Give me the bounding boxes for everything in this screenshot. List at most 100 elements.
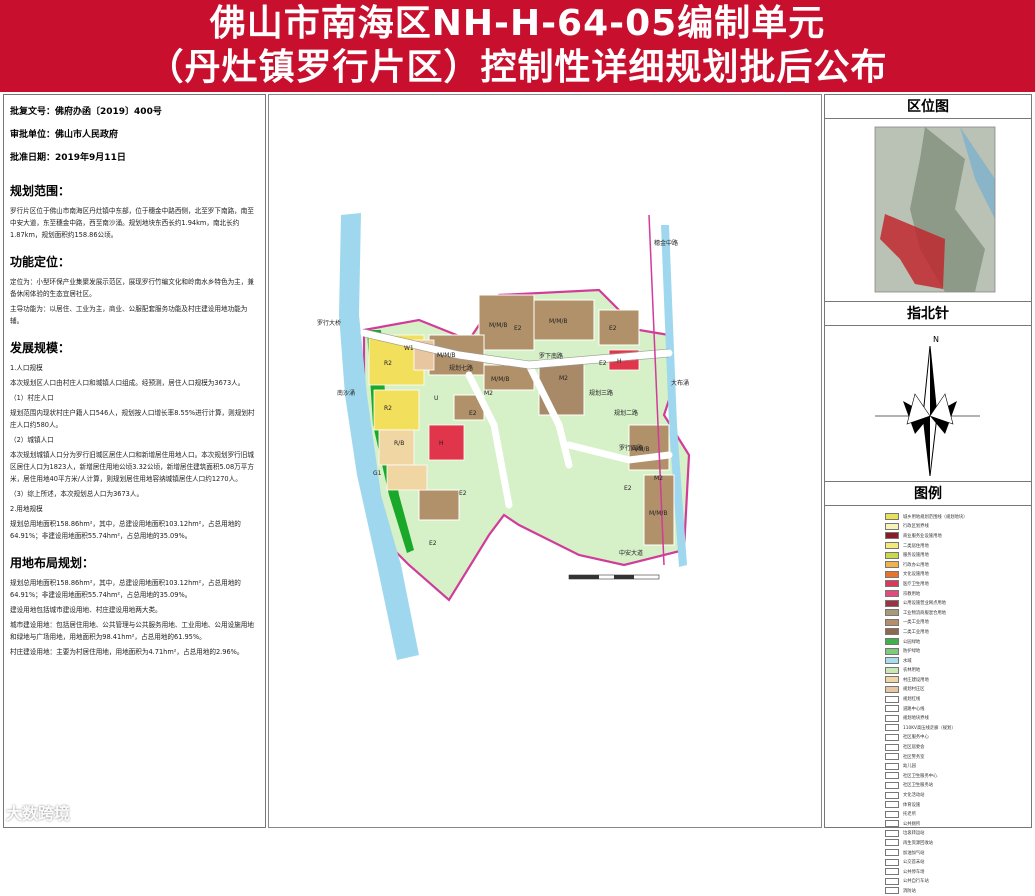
location-map <box>825 119 1031 302</box>
code-e2-7: E2 <box>624 485 632 492</box>
title-banner: 佛山市南海区NH-H-64-05编制单元 （丹灶镇罗行片区）控制性详细规划批后公… <box>0 0 1035 92</box>
legend-label: 加油加气站 <box>903 850 925 856</box>
scale-village-text: 规划范围内现状村庄户籍人口546人，规划按人口增长率8.55%进行计算，则规划村… <box>10 409 255 429</box>
legend-item: 公共厕所 <box>885 819 1027 829</box>
legend-label: 二类居住用地 <box>903 543 929 549</box>
legend-swatch <box>885 762 899 770</box>
code-m2-2: M2 <box>654 475 663 482</box>
legend-item: 社区服务中心 <box>885 733 1027 743</box>
legend-swatch <box>885 829 899 837</box>
legend-swatch <box>885 791 899 799</box>
legend-swatch <box>885 551 899 559</box>
legend-swatch <box>885 753 899 761</box>
function-heading: 功能定位： <box>10 255 71 269</box>
legend-label: 规划红线 <box>903 697 921 703</box>
scale-village-title: （1）村庄人口 <box>10 394 54 402</box>
code-m-5: M/M/B <box>631 446 650 453</box>
code-m-4: M/M/B <box>491 376 510 383</box>
layout-heading: 用地布局规划： <box>10 556 95 570</box>
legend-swatch <box>885 609 899 617</box>
legend-item: 宗教用地 <box>885 589 1027 599</box>
legend-swatch <box>885 877 899 885</box>
scale-land-title: 2.用地规模 <box>10 505 43 513</box>
legend-label: 宗教用地 <box>903 591 921 597</box>
north-arrow-panel: N <box>825 326 1031 482</box>
code-e2-5: E2 <box>599 360 607 367</box>
legend-item: 社区卫生服务中心 <box>885 771 1027 781</box>
legend-item: 规划村庄区 <box>885 685 1027 695</box>
legend-item: 一类工业用地 <box>885 618 1027 628</box>
legend-swatch <box>885 676 899 684</box>
legend-swatch <box>885 772 899 780</box>
legend-swatch <box>885 685 899 693</box>
legend-swatch <box>885 666 899 674</box>
legend-item: 体育设施 <box>885 800 1027 810</box>
legend-label: 水域 <box>903 658 912 664</box>
scale-summary: （3）综上所述，本次规划总人口为3673人。 <box>10 490 144 498</box>
scale-population-text: 本次规划区人口由村庄人口和城镇人口组成。经预测，居住人口规模为3673人。 <box>10 379 245 387</box>
legend-swatch <box>885 618 899 626</box>
legend-item: 行政办公用地 <box>885 560 1027 570</box>
legend-label: 规划地块界线 <box>903 716 929 722</box>
legend-label: 公用设施营业网点用地 <box>903 601 946 607</box>
code-m2-3: M2 <box>484 390 493 397</box>
legend-item: 二类居住用地 <box>885 541 1027 551</box>
code-e2-6: E2 <box>514 325 522 332</box>
legend-label: 社区警务室 <box>903 754 925 760</box>
legend-label: 行政办公用地 <box>903 562 929 568</box>
legend-label: 防护绿地 <box>903 649 921 655</box>
legend-item: 加油加气站 <box>885 848 1027 858</box>
code-r2-1: R2 <box>384 360 392 367</box>
legend-title: 图例 <box>825 482 1031 506</box>
code-e2-3: E2 <box>459 490 467 497</box>
code-h-2: H <box>617 358 622 365</box>
watermark: 大数跨境 <box>6 804 71 823</box>
legend-label: 幼儿园 <box>903 764 916 770</box>
legend-swatch <box>885 849 899 857</box>
legend-item: 社区警务室 <box>885 752 1027 762</box>
legend-item: 防护绿地 <box>885 646 1027 656</box>
legend-item: 公用设施营业网点用地 <box>885 598 1027 608</box>
location-map-title: 区位图 <box>825 95 1031 119</box>
legend-item: 托老所 <box>885 809 1027 819</box>
legend-item: 二类工业用地 <box>885 627 1027 637</box>
planning-announcement-board: 佛山市南海区NH-H-64-05编制单元 （丹灶镇罗行片区）控制性详细规划批后公… <box>0 0 1035 895</box>
text-panel: 批复文号：佛府办函〔2019〕400号 审批单位：佛山市人民政府 批准日期：20… <box>3 94 266 828</box>
legend-label: 商业服务业设施用地 <box>903 533 942 539</box>
legend-swatch <box>885 542 899 550</box>
legend-swatch <box>885 570 899 578</box>
legend-label: 一类工业用地 <box>903 620 929 626</box>
legend-label: 社区服务中心 <box>903 735 929 741</box>
legend-item: 城乡用地规划范围线（规划地块） <box>885 512 1027 522</box>
approval-doc-no: 批复文号：佛府办函〔2019〕400号 <box>10 107 162 117</box>
legend-item: 服务设施用地 <box>885 550 1027 560</box>
title-line-1: 佛山市南海区NH-H-64-05编制单元 <box>209 3 826 44</box>
legend-label: 公园绿地 <box>903 639 921 645</box>
north-letter: N <box>933 335 939 344</box>
title-line-2: （丹灶镇罗行片区）控制性详细规划批后公布 <box>147 47 888 88</box>
road-label-zhongan: 中安大道 <box>619 549 643 557</box>
legend-swatch <box>885 705 899 713</box>
scale-heading: 发展规模： <box>10 341 71 355</box>
legend-item: 行政区划界线 <box>885 522 1027 532</box>
legend-swatch <box>885 590 899 598</box>
code-r2-2: R2 <box>384 405 392 412</box>
legend-label: 二类工业用地 <box>903 629 929 635</box>
legend-label: 公共停车场 <box>903 869 925 875</box>
function-text-1: 定位为：小型环保产业集聚发展示范区，展现罗行竹编文化和岭南水乡特色为主，兼备休闲… <box>10 278 254 298</box>
scope-heading: 规划范围： <box>10 184 71 198</box>
legend-label: 文化活动站 <box>903 793 925 799</box>
code-g1: G1 <box>373 470 382 477</box>
legend-label: 道路中心线 <box>903 706 925 712</box>
legend-item: 公共停车场 <box>885 867 1027 877</box>
legend-label: 社区卫生服务站 <box>903 783 934 789</box>
legend-label: 再生资源回收站 <box>903 840 934 846</box>
legend-swatch <box>885 628 899 636</box>
legend-item: 110KV高压线走廊（规划） <box>885 723 1027 733</box>
approval-date: 批准日期：2019年9月11日 <box>10 153 126 163</box>
legend-swatch <box>885 513 899 521</box>
legend-item: 工业物流商服混合用地 <box>885 608 1027 618</box>
legend-item: 水域 <box>885 656 1027 666</box>
code-w1: W1 <box>404 345 414 352</box>
legend-item: 文化活动站 <box>885 790 1027 800</box>
